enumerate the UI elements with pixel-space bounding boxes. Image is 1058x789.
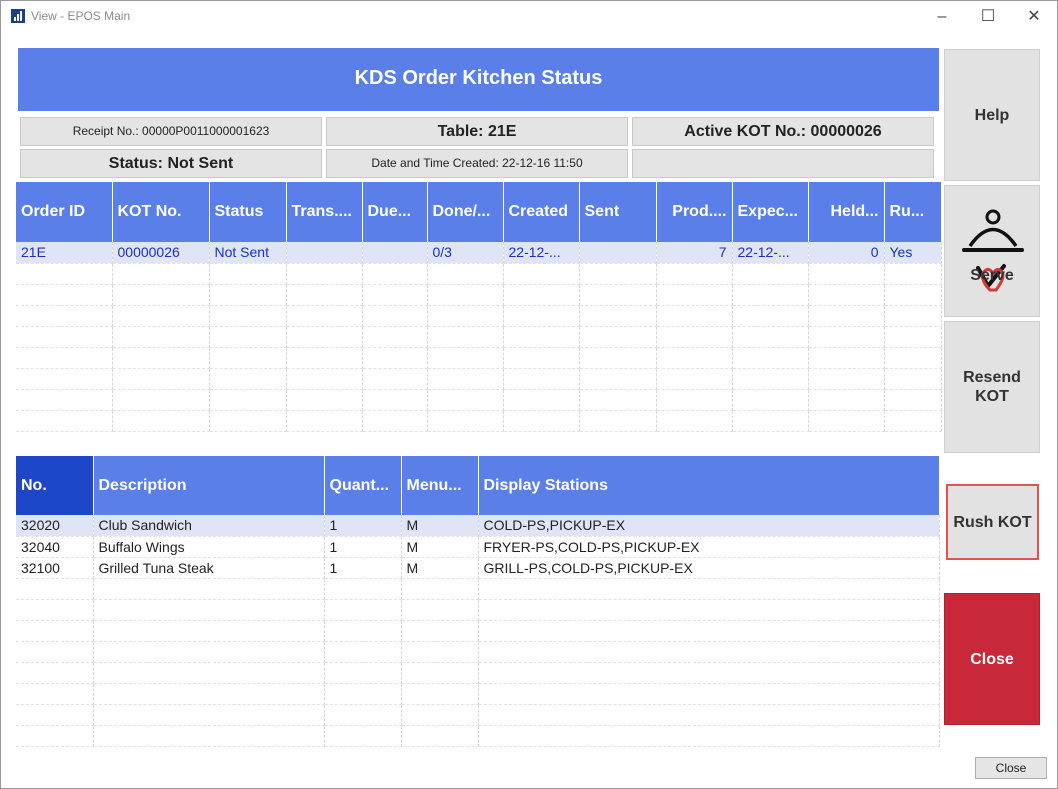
page-title: KDS Order Kitchen Status xyxy=(18,48,939,111)
cell-display-stations: FRYER-PS,COLD-PS,PICKUP-EX xyxy=(478,536,940,558)
empty-row xyxy=(16,263,942,285)
col-header-status[interactable]: Status xyxy=(209,182,287,242)
col-header-created[interactable]: Created xyxy=(503,182,580,242)
cell-sent xyxy=(579,242,657,264)
empty-row xyxy=(16,305,942,327)
col-header-trans[interactable]: Trans.... xyxy=(286,182,363,242)
empty-row xyxy=(16,389,942,411)
cell-description: Buffalo Wings xyxy=(93,536,325,558)
empty-row xyxy=(16,410,942,432)
col-header-menu[interactable]: Menu... xyxy=(401,456,479,515)
cell-quantity: 1 xyxy=(324,557,402,579)
empty-row xyxy=(16,284,942,306)
order-status: Status: Not Sent xyxy=(20,149,322,178)
col-header-display-stations[interactable]: Display Stations xyxy=(478,456,940,515)
col-header-held[interactable]: Held... xyxy=(808,182,885,242)
cell-expected: 22-12-... xyxy=(732,242,809,264)
window-close-button[interactable]: Close xyxy=(975,757,1047,779)
cell-item-no: 32020 xyxy=(16,515,94,537)
col-header-order-id[interactable]: Order ID xyxy=(16,182,113,242)
created-datetime: Date and Time Created: 22-12-16 11:50 xyxy=(326,149,628,178)
empty-row xyxy=(16,620,940,642)
cell-due xyxy=(362,242,428,264)
table-row[interactable]: 32100 Grilled Tuna Steak 1 M GRILL-PS,CO… xyxy=(16,557,940,579)
col-header-quantity[interactable]: Quant... xyxy=(324,456,402,515)
col-header-due[interactable]: Due... xyxy=(362,182,428,242)
cell-rush: Yes xyxy=(884,242,942,264)
col-header-rush[interactable]: Ru... xyxy=(884,182,942,242)
maximize-icon[interactable]: ☐ xyxy=(965,1,1011,32)
cell-menu: M xyxy=(401,515,479,537)
active-kot-number: Active KOT No.: 00000026 xyxy=(632,117,934,146)
cell-kot-no: 00000026 xyxy=(112,242,210,264)
cell-quantity: 1 xyxy=(324,515,402,537)
cell-done: 0/3 xyxy=(427,242,504,264)
cell-held: 0 xyxy=(808,242,885,264)
table-label: Table: 21E xyxy=(326,117,628,146)
app-icon xyxy=(11,9,25,23)
cell-trans xyxy=(286,242,363,264)
serve-button[interactable]: Serve xyxy=(944,185,1040,317)
cell-description: Grilled Tuna Steak xyxy=(93,557,325,579)
epos-window: View - EPOS Main – ☐ ✕ KDS Order Kitchen… xyxy=(0,0,1058,789)
info-blank-cell xyxy=(632,149,934,178)
receipt-number: Receipt No.: 00000P0011000001623 xyxy=(20,117,322,146)
empty-row xyxy=(16,326,942,348)
col-header-description[interactable]: Description xyxy=(93,456,325,515)
cell-item-no: 32100 xyxy=(16,557,94,579)
table-row[interactable]: 32040 Buffalo Wings 1 M FRYER-PS,COLD-PS… xyxy=(16,536,940,558)
close-kds-button[interactable]: Close xyxy=(944,593,1040,725)
cell-status: Not Sent xyxy=(209,242,287,264)
col-header-done[interactable]: Done/... xyxy=(427,182,504,242)
help-label: Help xyxy=(974,106,1010,124)
cell-display-stations: GRILL-PS,COLD-PS,PICKUP-EX xyxy=(478,557,940,579)
rush-kot-label: Rush KOT xyxy=(953,513,1032,531)
col-header-prod[interactable]: Prod.... xyxy=(656,182,733,242)
table-row[interactable]: 32020 Club Sandwich 1 M COLD-PS,PICKUP-E… xyxy=(16,515,940,537)
empty-row xyxy=(16,599,940,621)
empty-row xyxy=(16,725,940,747)
col-header-kot-no[interactable]: KOT No. xyxy=(112,182,210,242)
resend-kot-label: Resend KOT xyxy=(963,369,1021,405)
items-table: No. Description Quant... Menu... Display… xyxy=(16,456,940,747)
cell-menu: M xyxy=(401,536,479,558)
empty-row xyxy=(16,578,940,600)
table-row[interactable]: 21E 00000026 Not Sent 0/3 22-12-... 7 22… xyxy=(16,242,942,264)
help-button[interactable]: Help xyxy=(944,49,1040,181)
col-header-no[interactable]: No. xyxy=(16,456,94,515)
cell-prod: 7 xyxy=(656,242,733,264)
window-close-icon[interactable]: ✕ xyxy=(1011,1,1057,32)
cell-quantity: 1 xyxy=(324,536,402,558)
col-header-expected[interactable]: Expec... xyxy=(732,182,809,242)
rush-kot-button[interactable]: Rush KOT xyxy=(946,484,1039,560)
minimize-icon[interactable]: – xyxy=(919,1,965,32)
empty-row xyxy=(16,368,942,390)
empty-row xyxy=(16,347,942,369)
cell-description: Club Sandwich xyxy=(93,515,325,537)
col-header-sent[interactable]: Sent xyxy=(579,182,657,242)
cell-order-id: 21E xyxy=(16,242,113,264)
empty-row xyxy=(16,704,940,726)
cell-display-stations: COLD-PS,PICKUP-EX xyxy=(478,515,940,537)
cell-menu: M xyxy=(401,557,479,579)
serve-label: Serve xyxy=(970,267,1014,284)
empty-row xyxy=(16,662,940,684)
resend-kot-button[interactable]: Resend KOT xyxy=(944,321,1040,453)
cell-created: 22-12-... xyxy=(503,242,580,264)
close-kds-label: Close xyxy=(970,650,1014,668)
orders-table: Order ID KOT No. Status Trans.... Due...… xyxy=(16,182,942,432)
empty-row xyxy=(16,683,940,705)
window-title: View - EPOS Main xyxy=(31,9,131,23)
cell-item-no: 32040 xyxy=(16,536,94,558)
title-bar: View - EPOS Main – ☐ ✕ xyxy=(1,1,1057,32)
empty-row xyxy=(16,641,940,663)
